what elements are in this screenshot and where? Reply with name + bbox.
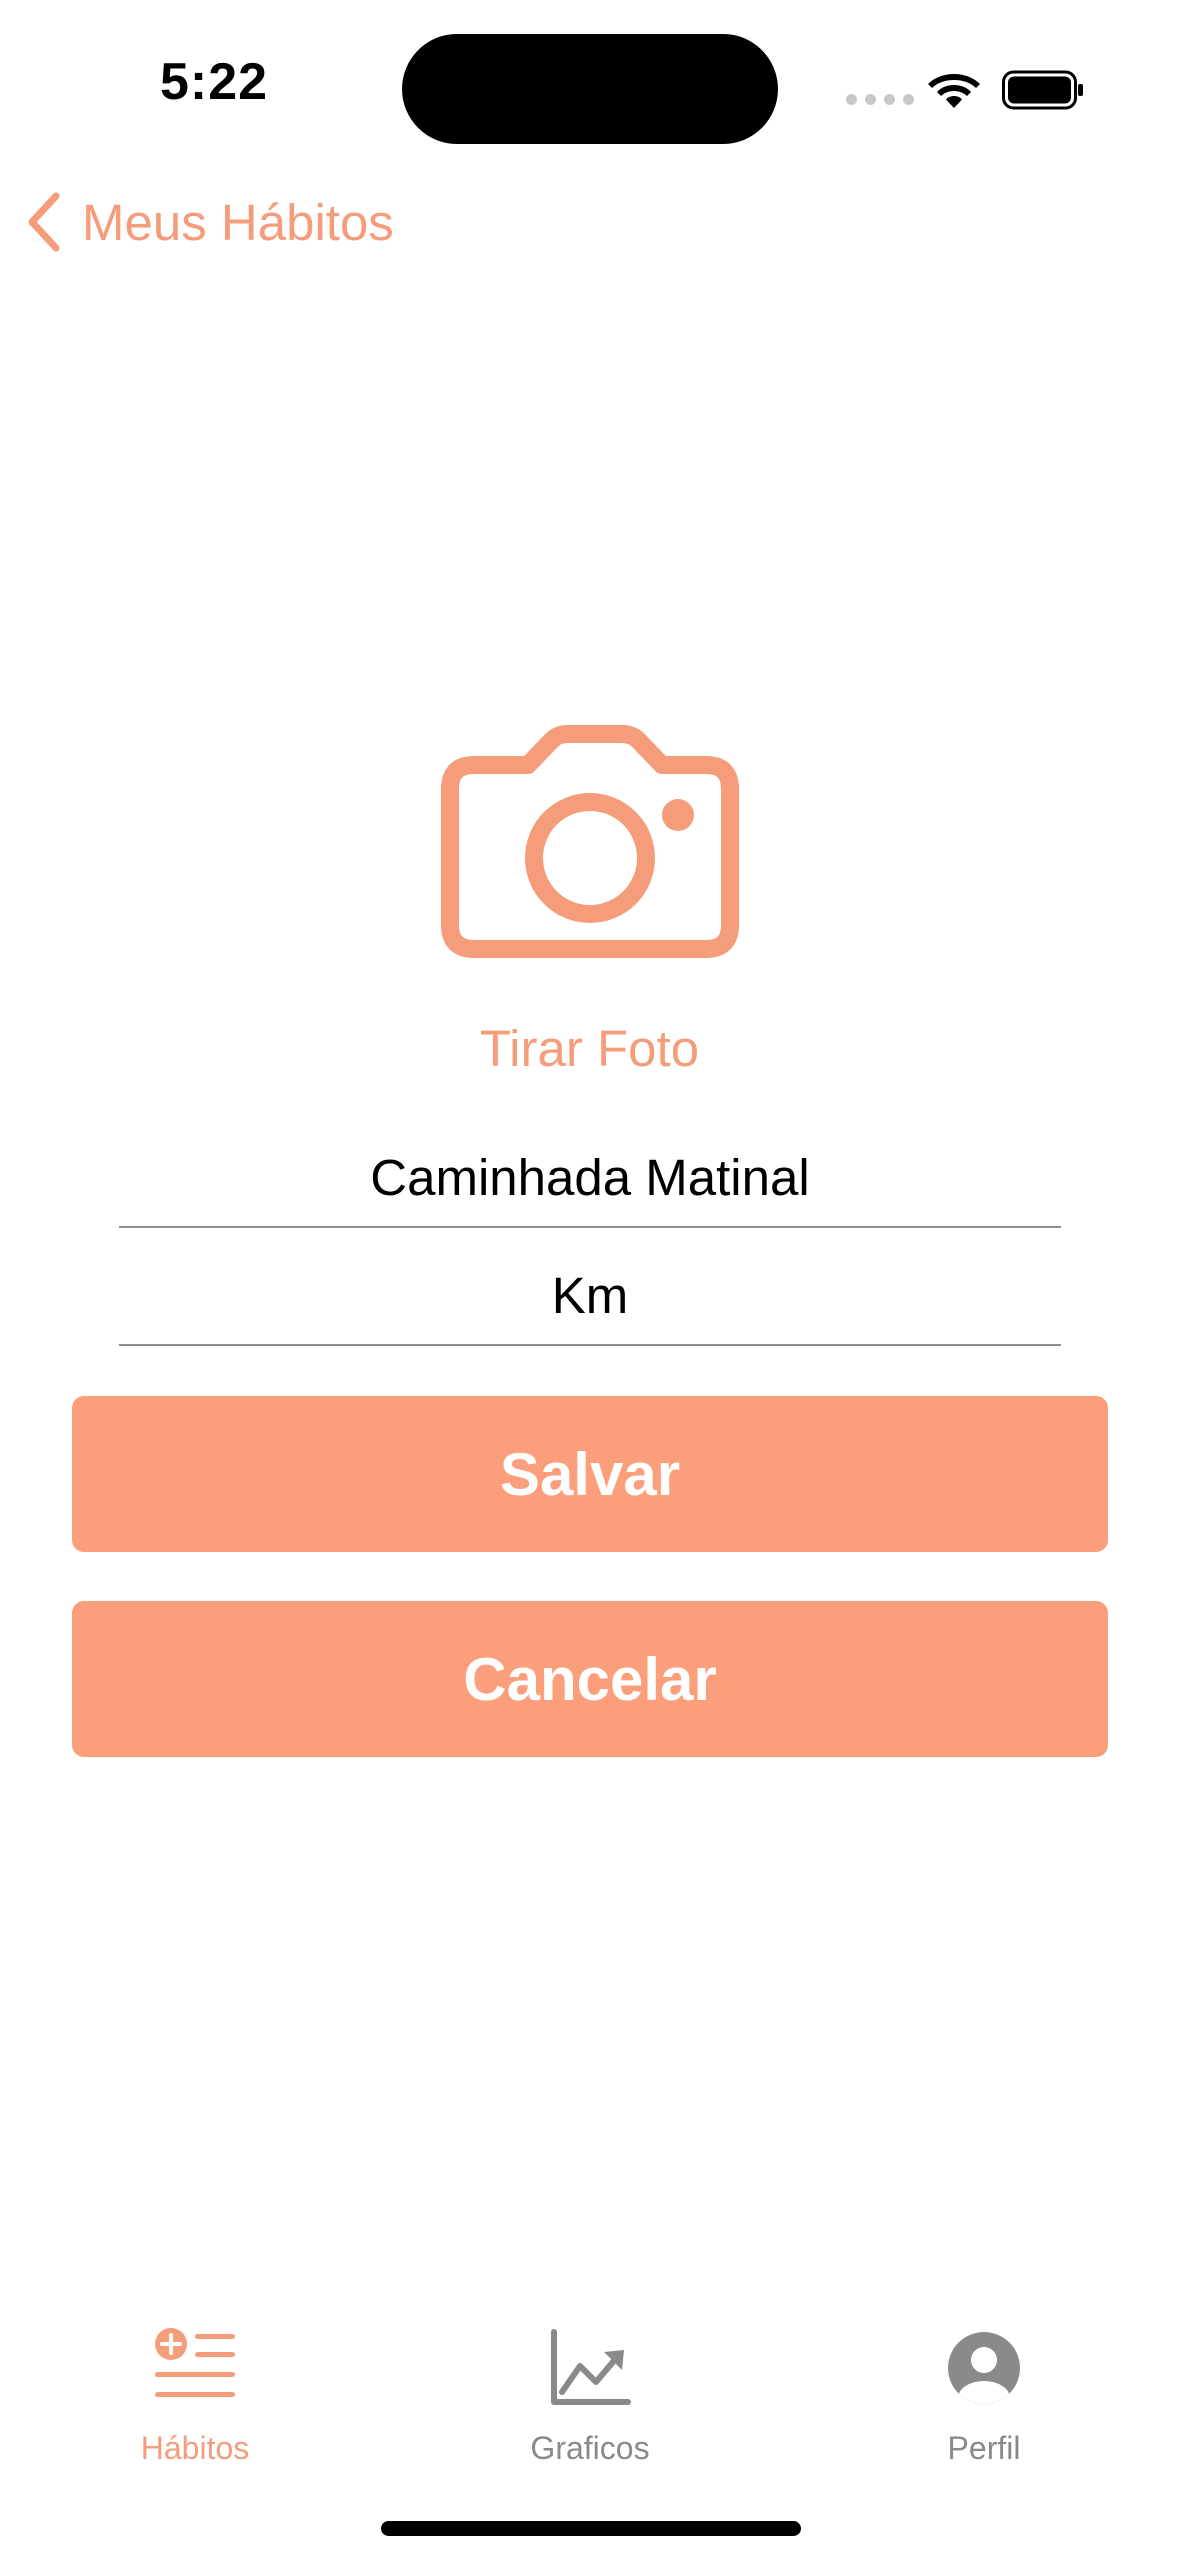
unit-field[interactable]: [119, 1246, 1061, 1346]
status-time: 5:22: [160, 53, 269, 111]
tab-graficos[interactable]: Graficos: [460, 2326, 720, 2467]
profile-icon: [948, 2332, 1020, 2404]
habit-name-field[interactable]: [119, 1128, 1061, 1228]
habits-list-icon: [155, 2328, 235, 2397]
take-photo-area: Tirar Foto: [0, 720, 1179, 1078]
signal-dots-icon: [846, 94, 914, 105]
chart-icon: [551, 2329, 631, 2405]
tab-habitos-label: Hábitos: [140, 2430, 250, 2466]
tab-graficos-label: Graficos: [530, 2430, 650, 2466]
chevron-left-icon: [28, 192, 60, 252]
battery-icon: [1002, 70, 1083, 110]
back-button[interactable]: Meus Hábitos: [24, 192, 394, 252]
unit-input[interactable]: [119, 1265, 1061, 1325]
cancel-button[interactable]: Cancelar: [72, 1601, 1108, 1757]
save-button[interactable]: Salvar: [72, 1396, 1108, 1552]
screen: 5:22 Meus Hábitos Tirar Foto Salvar: [0, 0, 1179, 2556]
camera-icon[interactable]: [440, 720, 740, 965]
tab-perfil-label: Perfil: [947, 2430, 1021, 2466]
tab-perfil[interactable]: Perfil: [854, 2326, 1114, 2467]
take-photo-button[interactable]: Tirar Foto: [480, 1019, 699, 1078]
habit-name-input[interactable]: [119, 1147, 1061, 1207]
back-button-label: Meus Hábitos: [82, 193, 394, 251]
home-indicator[interactable]: [381, 2521, 801, 2536]
dynamic-island: [402, 34, 778, 144]
wifi-icon: [928, 74, 980, 108]
tab-habitos[interactable]: Hábitos: [65, 2326, 325, 2467]
